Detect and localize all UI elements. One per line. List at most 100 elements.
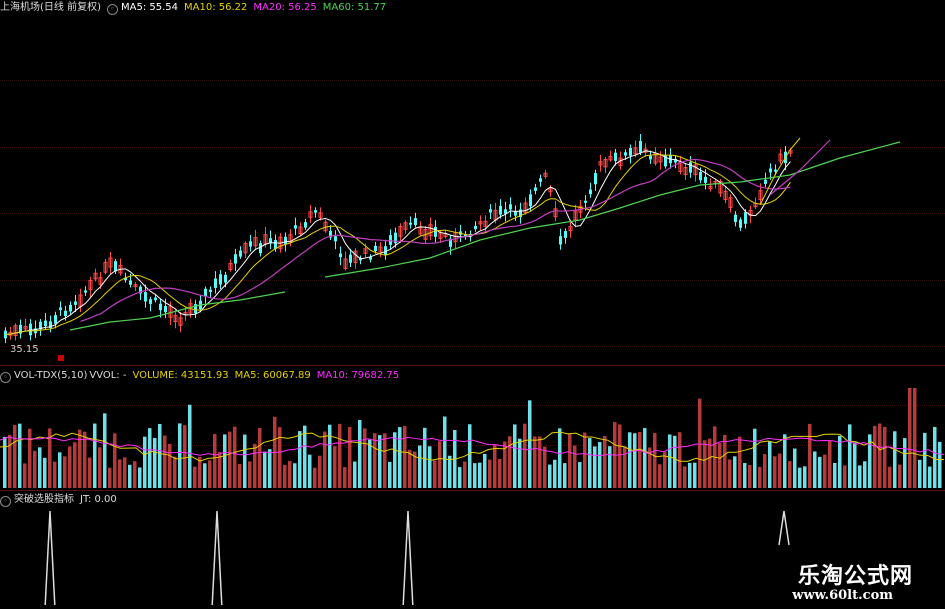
volume-bar: [773, 456, 777, 488]
candle-body: [349, 254, 352, 263]
candle-body: [614, 152, 617, 161]
volume-bar: [838, 435, 842, 488]
volume-bar: [833, 462, 837, 488]
volume-bar: [873, 425, 877, 488]
candle-body: [589, 189, 592, 195]
candle-body: [314, 210, 317, 213]
volume-bar: [828, 440, 832, 488]
volume-bar: [208, 460, 212, 488]
low-price-label: 35.15: [10, 344, 39, 355]
candle-body: [509, 204, 512, 210]
volume-bar: [223, 434, 227, 488]
volume-bar: [463, 461, 467, 488]
volume-bar: [853, 442, 857, 488]
volume-bar: [293, 463, 297, 488]
volume-bar: [673, 435, 677, 488]
volume-bar: [193, 466, 197, 488]
volume-bar: [923, 432, 927, 488]
volume-bar: [908, 388, 912, 488]
volume-bar: [198, 456, 202, 488]
volume-bar: [663, 452, 667, 488]
signal-spike: [211, 510, 223, 605]
volume-bar: [688, 462, 692, 488]
volume-bar: [653, 433, 657, 488]
signal-spike: [778, 510, 790, 546]
volume-bar: [488, 459, 492, 488]
volume-bar: [918, 459, 922, 488]
candle-body: [259, 243, 262, 254]
volume-bar: [323, 431, 327, 488]
volume-bar: [43, 457, 47, 488]
candle-body: [594, 173, 597, 185]
volume-bar: [98, 447, 102, 488]
volume-bar: [623, 446, 627, 488]
ma10-line: [5, 154, 791, 336]
volume-bar: [178, 423, 182, 488]
volume-bar: [203, 463, 207, 488]
candle-body: [699, 171, 702, 181]
volume-bar: [938, 441, 942, 488]
signal-title[interactable]: 突破选股指标: [14, 494, 74, 505]
volume-bar: [118, 459, 122, 488]
volume-bar: [188, 404, 192, 488]
event-marker[interactable]: [58, 355, 64, 361]
volume-bar: [18, 423, 22, 488]
volume-bar: [658, 464, 662, 488]
volume-bar: [858, 465, 862, 488]
volume-bar: [73, 442, 77, 488]
volume-bar: [893, 431, 897, 488]
candle-body: [624, 152, 627, 156]
candle-body: [29, 323, 32, 336]
volume-bar: [83, 431, 87, 488]
volume-chart[interactable]: [0, 380, 945, 490]
candle-body: [559, 236, 562, 245]
candle-body: [514, 211, 517, 216]
volume-bar: [888, 466, 892, 488]
volume-bar: [53, 461, 57, 488]
volume-bar: [493, 444, 497, 488]
candle-body: [474, 225, 477, 230]
candle-body: [214, 278, 217, 288]
volume-bar: [353, 461, 357, 488]
volume-bar: [563, 463, 567, 488]
volume-bar: [123, 457, 127, 488]
volume-bar: [243, 434, 247, 488]
candle-body: [689, 162, 692, 173]
volume-bar: [443, 416, 447, 488]
volume-bar: [883, 426, 887, 488]
candle-body: [764, 179, 767, 184]
volume-bar: [433, 460, 437, 488]
volume-bar: [153, 437, 157, 488]
ma10-line: [759, 137, 801, 206]
volume-bar: [183, 425, 187, 488]
candle-body: [629, 147, 632, 156]
volume-bar: [378, 435, 382, 488]
candle-body: [54, 315, 57, 324]
volume-bar: [78, 429, 82, 488]
signal-spike: [44, 510, 56, 605]
candle-body: [239, 250, 242, 257]
volume-bar: [298, 431, 302, 488]
candle-body: [64, 310, 67, 316]
candle-body: [304, 222, 307, 228]
volume-bar: [428, 446, 432, 488]
candle-body: [219, 274, 222, 285]
volume-bar: [103, 413, 107, 488]
volume-bar: [108, 467, 112, 488]
candle-body: [74, 301, 77, 305]
volume-bar: [303, 425, 307, 488]
volume-bar: [578, 462, 582, 488]
volume-bar: [703, 440, 707, 488]
volume-bar: [233, 426, 237, 488]
candle-body: [534, 187, 537, 191]
price-chart[interactable]: [0, 0, 945, 360]
candle-body: [334, 236, 337, 242]
volume-bar: [398, 427, 402, 488]
volume-bar: [288, 461, 292, 488]
volume-bar: [133, 461, 137, 488]
volume-bar: [408, 449, 412, 488]
volume-bar: [333, 446, 337, 488]
candle-body: [144, 292, 147, 302]
volume-bar: [343, 467, 347, 488]
volume-bar: [88, 457, 92, 488]
